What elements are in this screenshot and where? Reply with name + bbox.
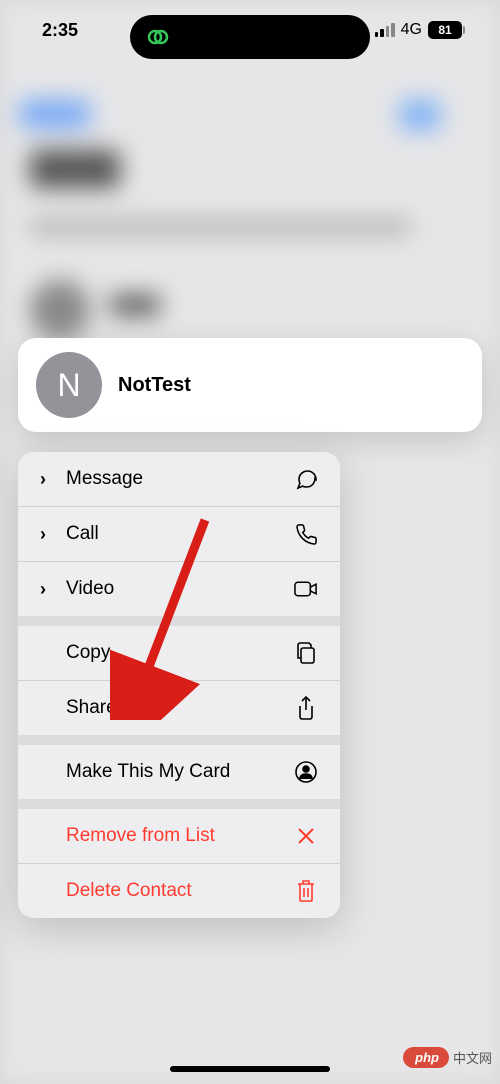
signal-icon bbox=[375, 23, 395, 37]
menu-item-make-card[interactable]: › Make This My Card bbox=[18, 745, 340, 799]
menu-label: Call bbox=[66, 523, 99, 545]
share-icon bbox=[294, 696, 318, 720]
contact-name: NotTest bbox=[118, 374, 191, 397]
link-icon bbox=[145, 24, 171, 50]
battery-level: 81 bbox=[438, 23, 451, 37]
battery-icon: 81 bbox=[428, 21, 462, 39]
x-icon bbox=[294, 824, 318, 848]
watermark-badge: php bbox=[403, 1047, 449, 1068]
trash-icon bbox=[294, 879, 318, 903]
dynamic-island[interactable] bbox=[130, 15, 370, 59]
status-time: 2:35 bbox=[42, 20, 78, 41]
video-icon bbox=[294, 577, 318, 601]
menu-label: Message bbox=[66, 468, 143, 490]
watermark: php 中文网 bbox=[403, 1047, 492, 1068]
menu-item-call[interactable]: › Call bbox=[18, 507, 340, 561]
network-label: 4G bbox=[401, 21, 422, 39]
home-indicator[interactable] bbox=[170, 1066, 330, 1072]
chevron-right-icon: › bbox=[40, 579, 52, 600]
avatar-initial: N bbox=[57, 367, 80, 404]
menu-item-delete[interactable]: › Delete Contact bbox=[18, 864, 340, 918]
person-circle-icon bbox=[294, 760, 318, 784]
status-right: 4G 81 bbox=[375, 21, 462, 39]
menu-item-message[interactable]: › Message bbox=[18, 452, 340, 506]
menu-label: Make This My Card bbox=[66, 761, 230, 783]
menu-label: Delete Contact bbox=[66, 880, 192, 902]
contact-card[interactable]: N NotTest bbox=[18, 338, 482, 432]
message-icon bbox=[294, 467, 318, 491]
menu-label: Share bbox=[66, 697, 117, 719]
copy-icon bbox=[294, 641, 318, 665]
menu-label: Video bbox=[66, 578, 114, 600]
watermark-text: 中文网 bbox=[453, 1048, 492, 1067]
menu-item-video[interactable]: › Video bbox=[18, 562, 340, 616]
menu-item-copy[interactable]: › Copy bbox=[18, 626, 340, 680]
chevron-right-icon: › bbox=[40, 524, 52, 545]
phone-icon bbox=[294, 522, 318, 546]
chevron-right-icon: › bbox=[40, 469, 52, 490]
avatar: N bbox=[36, 352, 102, 418]
menu-label: Remove from List bbox=[66, 825, 215, 847]
status-bar: 2:35 4G 81 bbox=[0, 0, 500, 60]
menu-item-remove[interactable]: › Remove from List bbox=[18, 809, 340, 863]
menu-label: Copy bbox=[66, 642, 110, 664]
context-menu: › Message › Call › Video bbox=[18, 452, 340, 918]
menu-item-share[interactable]: › Share bbox=[18, 681, 340, 735]
